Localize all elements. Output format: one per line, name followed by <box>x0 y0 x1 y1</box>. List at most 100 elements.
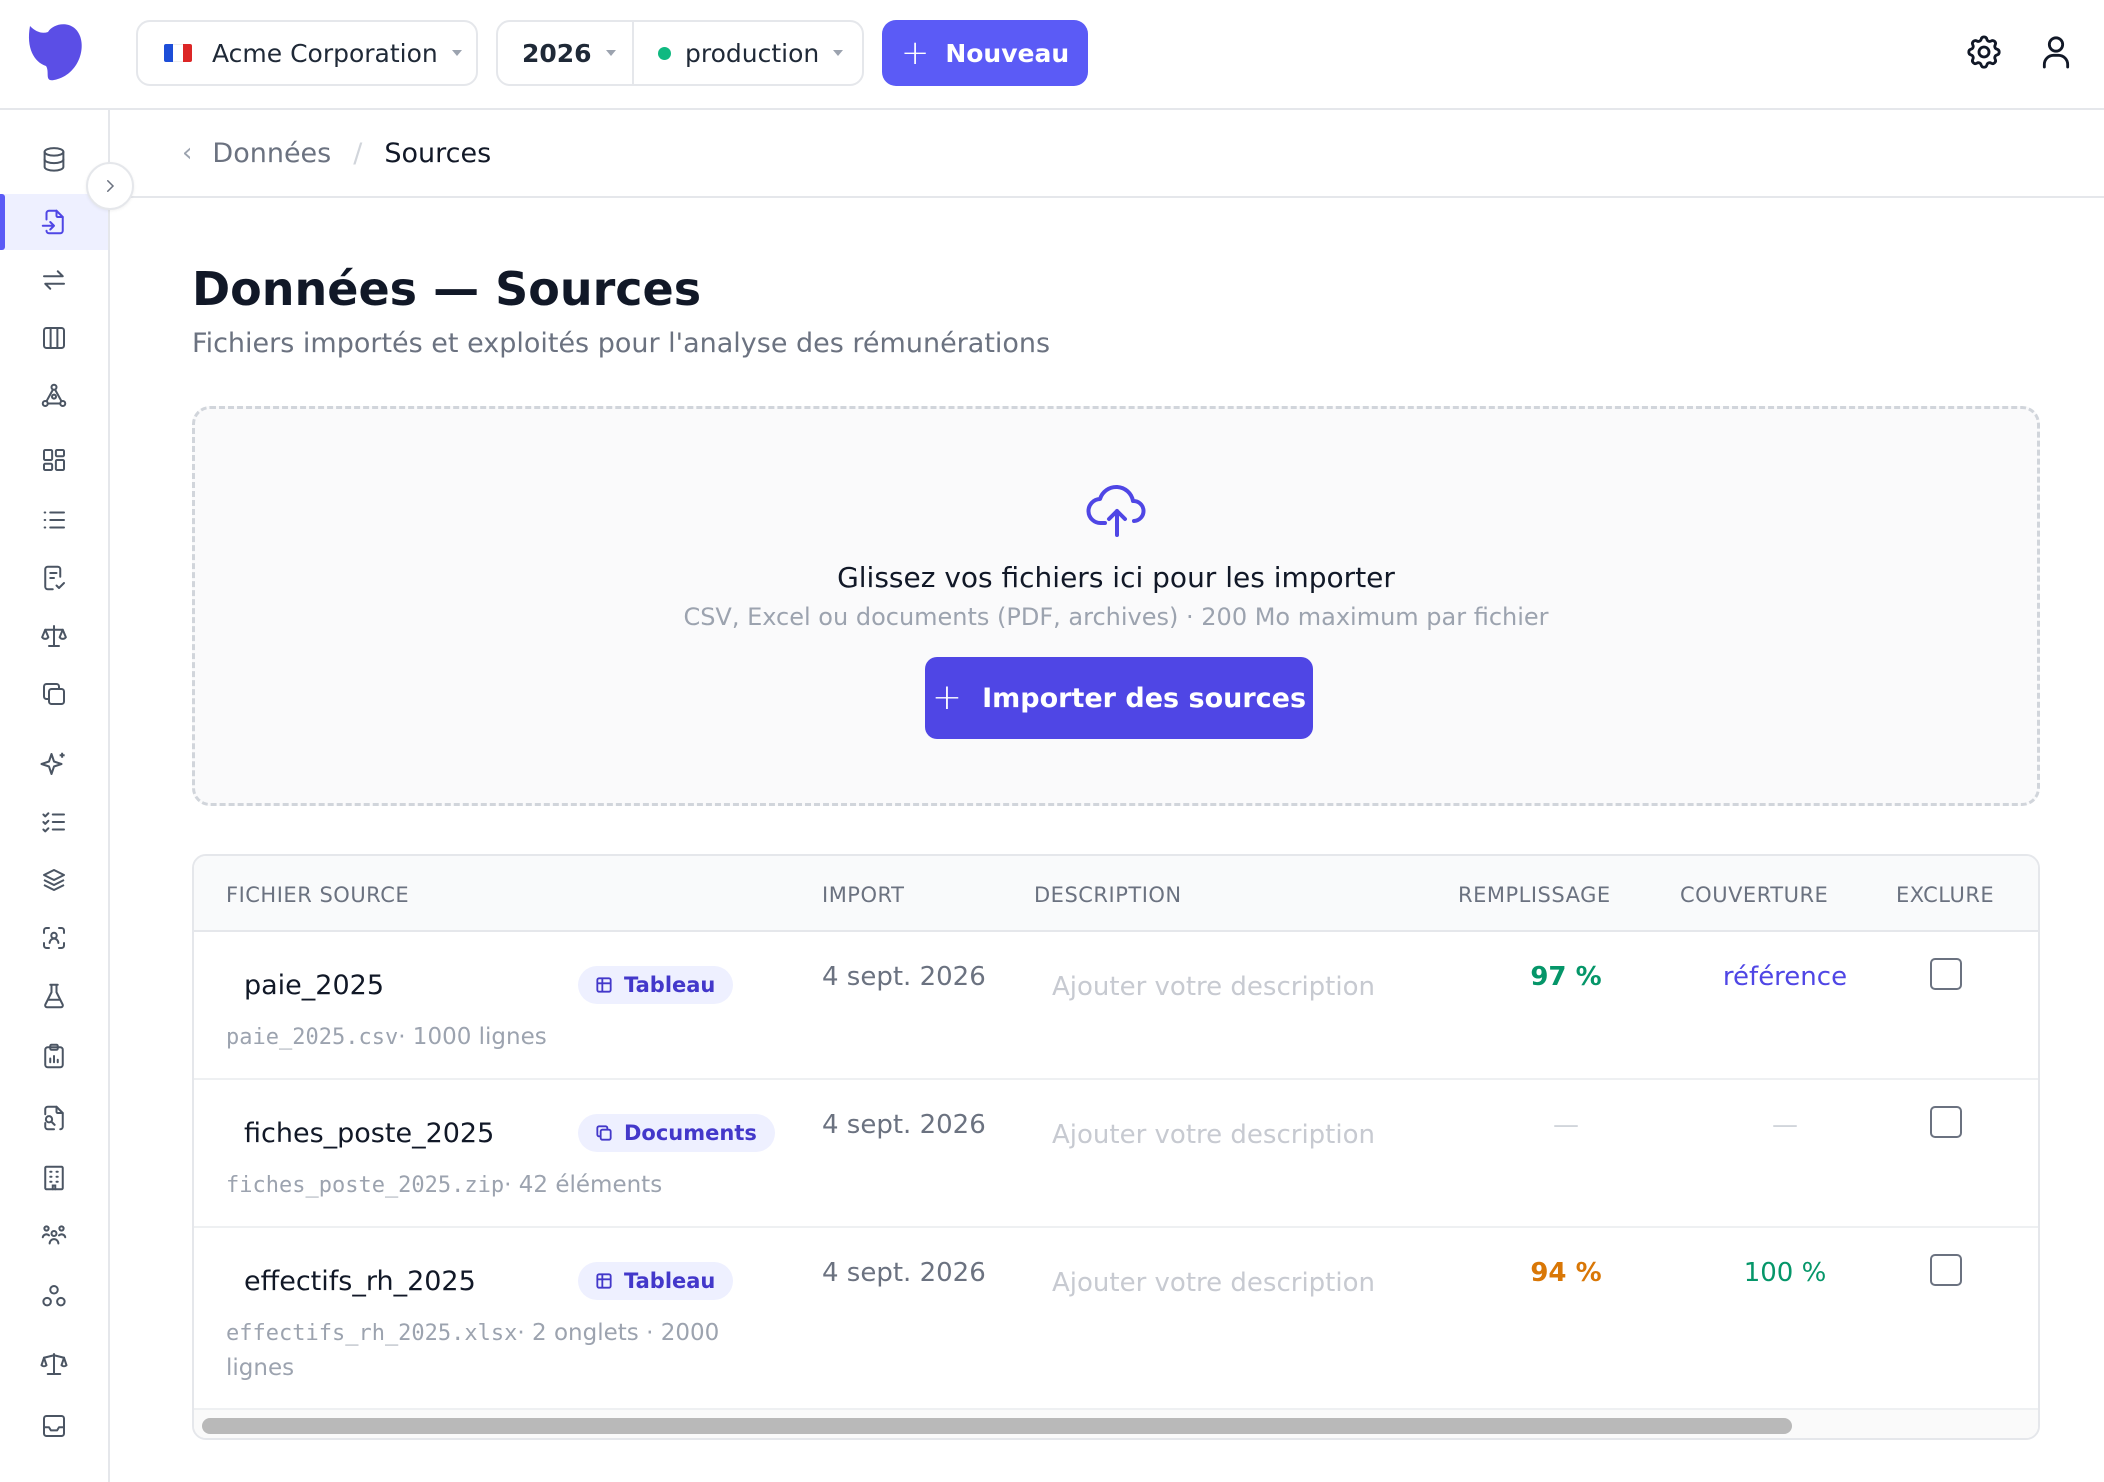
sidebar-item-graph[interactable] <box>0 368 108 424</box>
table-header: FICHIER SOURCE IMPORT DESCRIPTION REMPLI… <box>194 856 2038 932</box>
database-icon <box>43 147 65 172</box>
chevron-down-icon <box>451 50 462 56</box>
file-name[interactable]: fiches_poste_2025 <box>244 1118 494 1149</box>
column-header-exclude[interactable]: EXCLURE <box>1896 883 1994 907</box>
page-title: Données — Sources <box>192 262 702 316</box>
checklist-icon <box>42 812 65 833</box>
organization-selector[interactable]: Acme Corporation <box>136 20 478 86</box>
list-icon <box>43 511 65 529</box>
description-input[interactable]: Ajouter votre description <box>1052 1120 1375 1150</box>
file-name[interactable]: effectifs_rh_2025 <box>244 1266 476 1297</box>
sidebar-item-users[interactable] <box>0 1208 108 1264</box>
user-icon[interactable] <box>2036 32 2076 72</box>
column-header-coverage[interactable]: COUVERTURE <box>1680 883 1828 907</box>
description-input[interactable]: Ajouter votre description <box>1052 1268 1375 1298</box>
plus-icon: + <box>931 677 963 718</box>
file-dropzone[interactable]: Glissez vos fichiers ici pour les import… <box>192 406 2040 806</box>
top-bar: Acme Corporation 2026 production + Nouve… <box>0 0 2104 110</box>
users-group-icon <box>41 1225 67 1245</box>
sidebar <box>0 110 110 1482</box>
clipboard-chart-icon <box>44 1043 64 1069</box>
breadcrumb-parent-link[interactable]: Données <box>212 138 331 169</box>
coverage-value: — <box>1772 1110 1798 1140</box>
scan-user-icon <box>43 927 65 949</box>
table-row[interactable]: fiches_poste_2025 Documents fiches_poste… <box>194 1080 2038 1228</box>
import-sources-button[interactable]: + Importer des sources <box>925 657 1313 739</box>
file-filename: paie_2025.csv <box>226 1025 399 1050</box>
sources-table: FICHIER SOURCE IMPORT DESCRIPTION REMPLI… <box>192 854 2040 1440</box>
file-meta: effectifs_rh_2025.xlsx· 2 onglets · 2000… <box>226 1316 746 1386</box>
fill-rate: 94 % <box>1530 1258 1602 1288</box>
file-type-label: Tableau <box>624 1269 716 1293</box>
import-date: 4 sept. 2026 <box>822 1258 986 1288</box>
document-check-icon <box>44 565 65 591</box>
exclude-checkbox[interactable] <box>1930 958 1962 990</box>
table-row[interactable]: paie_2025 Tableau paie_2025.csv· 1000 li… <box>194 932 2038 1080</box>
sidebar-item-building[interactable] <box>0 1150 108 1206</box>
sidebar-item-ai[interactable] <box>0 736 108 792</box>
logo-icon[interactable] <box>24 18 86 84</box>
sidebar-item-transfers[interactable] <box>0 252 108 308</box>
balance-icon <box>40 1353 68 1375</box>
sidebar-item-inbox[interactable] <box>0 1398 108 1454</box>
building-icon <box>44 1165 64 1191</box>
settings-gear-icon[interactable] <box>1964 32 2004 72</box>
file-details: · 1000 lignes <box>398 1024 547 1050</box>
sidebar-expand-button[interactable] <box>86 162 134 210</box>
column-header-import[interactable]: IMPORT <box>822 883 904 907</box>
sidebar-item-org-chart[interactable] <box>0 1268 108 1324</box>
file-name[interactable]: paie_2025 <box>244 970 384 1001</box>
sidebar-item-dashboard[interactable] <box>0 432 108 488</box>
cloud-upload-icon <box>1086 484 1146 537</box>
breadcrumb-separator: / <box>353 137 363 169</box>
dropzone-hint: CSV, Excel ou documents (PDF, archives) … <box>683 603 1549 631</box>
sidebar-item-scan[interactable] <box>0 910 108 966</box>
sidebar-item-columns[interactable] <box>0 310 108 366</box>
sidebar-item-layers[interactable] <box>0 852 108 908</box>
organization-name: Acme Corporation <box>212 38 438 68</box>
plus-icon: + <box>900 33 930 73</box>
table-icon <box>596 977 612 993</box>
dashboard-grid-icon <box>43 449 65 471</box>
sidebar-item-checklist[interactable] <box>0 794 108 850</box>
exclude-checkbox[interactable] <box>1930 1106 1962 1138</box>
new-button[interactable]: + Nouveau <box>882 20 1088 86</box>
sidebar-item-document-check[interactable] <box>0 550 108 606</box>
exclude-checkbox[interactable] <box>1930 1254 1962 1286</box>
sidebar-item-balance[interactable] <box>0 1336 108 1392</box>
year-environment-selector: 2026 production <box>496 20 864 86</box>
coverage-value: 100 % <box>1743 1258 1827 1288</box>
sidebar-item-file-search[interactable] <box>0 1090 108 1146</box>
fill-rate: — <box>1553 1110 1579 1140</box>
column-header-description[interactable]: DESCRIPTION <box>1034 883 1182 907</box>
sidebar-item-list[interactable] <box>0 492 108 548</box>
org-chart-icon <box>42 1285 66 1307</box>
copy-icon <box>43 683 65 705</box>
environment-selector[interactable]: production <box>634 22 862 84</box>
file-meta: fiches_poste_2025.zip· 42 éléments <box>226 1168 746 1203</box>
description-input[interactable]: Ajouter votre description <box>1052 972 1375 1002</box>
import-sources-label: Importer des sources <box>982 682 1307 714</box>
sidebar-item-copy[interactable] <box>0 666 108 722</box>
new-button-label: Nouveau <box>945 38 1070 68</box>
year-selector[interactable]: 2026 <box>498 22 634 84</box>
column-header-fill[interactable]: REMPLISSAGE <box>1458 883 1611 907</box>
table-row[interactable]: effectifs_rh_2025 Tableau effectifs_rh_2… <box>194 1228 2038 1408</box>
file-filename: effectifs_rh_2025.xlsx <box>226 1321 518 1346</box>
sidebar-item-report[interactable] <box>0 1028 108 1084</box>
sparkles-icon <box>40 752 65 775</box>
file-type-badge: Documents <box>578 1114 775 1152</box>
horizontal-scrollbar[interactable] <box>194 1408 2038 1438</box>
sidebar-item-flask[interactable] <box>0 968 108 1024</box>
chevron-left-icon[interactable]: ‹ <box>182 138 192 168</box>
column-header-file[interactable]: FICHIER SOURCE <box>226 883 409 907</box>
environment-status-dot <box>658 46 671 60</box>
year-value: 2026 <box>522 38 592 68</box>
file-type-badge: Tableau <box>578 966 734 1004</box>
breadcrumb-current: Sources <box>384 137 492 169</box>
file-import-icon <box>41 209 64 235</box>
file-type-badge: Tableau <box>578 1262 734 1300</box>
sidebar-item-scale[interactable] <box>0 608 108 664</box>
scrollbar-thumb[interactable] <box>202 1418 1792 1434</box>
coverage-value: référence <box>1722 962 1848 992</box>
